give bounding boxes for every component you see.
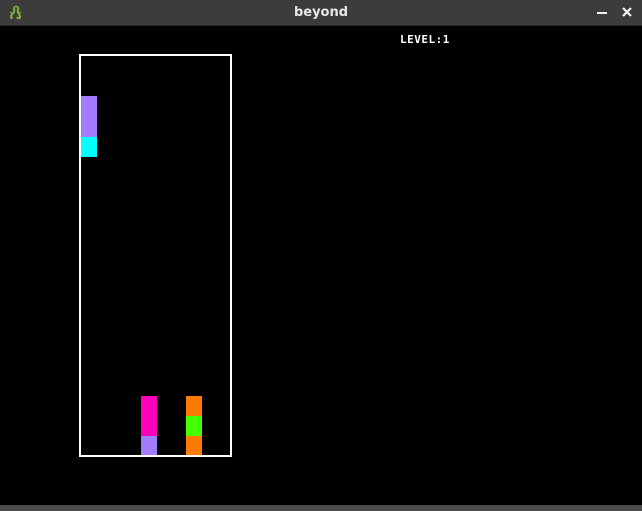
stacked-block: [186, 436, 202, 455]
falling-block: [81, 137, 97, 157]
falling-block: [81, 96, 97, 116]
gecko-icon: [7, 4, 24, 21]
window-title: beyond: [293, 5, 349, 20]
game-window: beyond LEVEL:1: [0, 0, 642, 511]
title-bar[interactable]: beyond: [0, 0, 642, 26]
game-canvas[interactable]: LEVEL:1: [0, 26, 642, 505]
minimize-button[interactable]: [594, 4, 610, 20]
stacked-block: [141, 436, 157, 455]
level-indicator: LEVEL:1: [400, 33, 450, 46]
stacked-block: [141, 396, 157, 416]
falling-block: [81, 116, 97, 137]
stacked-block: [141, 416, 157, 436]
stacked-block: [186, 416, 202, 436]
stacked-block: [186, 396, 202, 416]
window-bottom-edge: [0, 505, 642, 511]
close-button[interactable]: [619, 4, 635, 20]
